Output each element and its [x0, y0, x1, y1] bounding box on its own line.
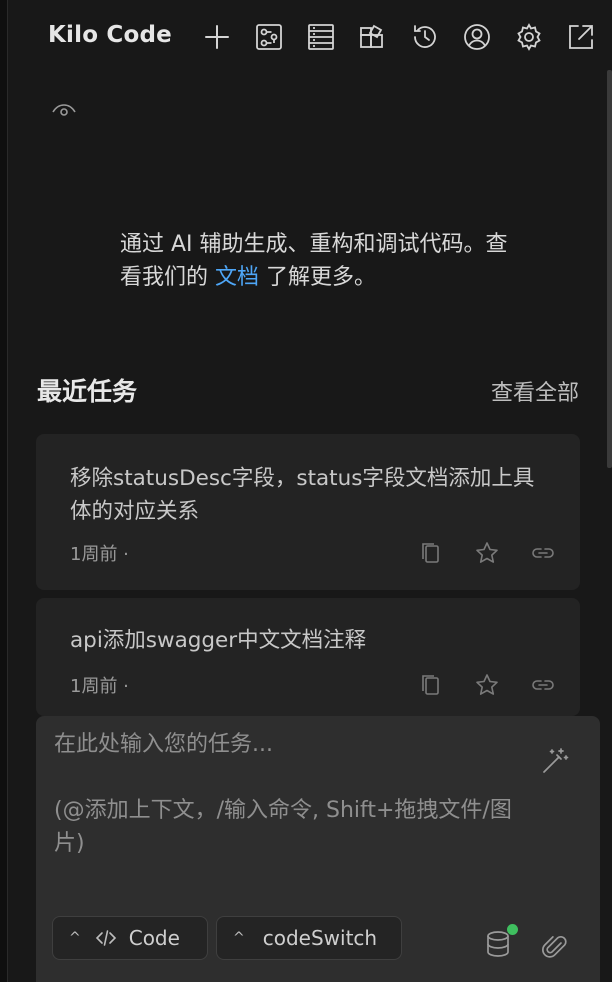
header: Kilo Code	[8, 0, 612, 76]
account-icon[interactable]	[460, 20, 494, 54]
chevron-up-icon: ^	[69, 930, 81, 946]
api-config-selector[interactable]: ^ codeSwitch	[216, 916, 402, 960]
magic-wand-icon[interactable]	[538, 744, 572, 778]
task-actions	[416, 538, 558, 568]
task-text: 移除statusDesc字段，status字段文档添加上具体的对应关系	[70, 466, 535, 524]
chevron-up-icon: ^	[233, 930, 245, 946]
popout-icon[interactable]	[564, 20, 598, 54]
eye-icon[interactable]	[50, 100, 78, 124]
copy-icon[interactable]	[416, 670, 446, 700]
task-text: api添加swagger中文文档注释	[70, 628, 367, 653]
copy-icon[interactable]	[416, 538, 446, 568]
prompts-icon[interactable]	[304, 20, 338, 54]
task-input[interactable]	[54, 728, 524, 888]
intro-text-after: 了解更多。	[259, 265, 377, 290]
code-icon	[95, 927, 117, 949]
mode-label: Code	[128, 926, 180, 950]
task-item[interactable]: api添加swagger中文文档注释 1周前 ·	[36, 598, 580, 716]
docs-link[interactable]: 文档	[215, 265, 259, 290]
task-time: 1周前 ·	[70, 676, 129, 697]
chat-composer: ^ Code ^ codeSwitch	[36, 716, 600, 982]
recent-tasks-title: 最近任务	[37, 377, 138, 406]
paperclip-icon[interactable]	[538, 930, 572, 964]
scrollbar-thumb[interactable]	[607, 70, 612, 468]
config-label: codeSwitch	[262, 926, 378, 950]
settings-icon[interactable]	[512, 20, 546, 54]
status-dot	[507, 924, 518, 935]
history-icon[interactable]	[408, 20, 442, 54]
view-all-link[interactable]: 查看全部	[491, 375, 579, 407]
plus-icon[interactable]	[200, 20, 234, 54]
task-time: 1周前 ·	[70, 544, 129, 565]
star-icon[interactable]	[472, 670, 502, 700]
mcp-servers-icon[interactable]	[252, 20, 286, 54]
star-icon[interactable]	[472, 538, 502, 568]
task-item[interactable]: 移除statusDesc字段，status字段文档添加上具体的对应关系 1周前 …	[36, 434, 580, 590]
database-icon[interactable]	[482, 924, 518, 962]
kilo-code-panel: Kilo Code 通过 AI 辅助生成、重构和调试代码。查看我们的 文档 了解…	[0, 0, 612, 982]
mode-selector[interactable]: ^ Code	[52, 916, 208, 960]
export-link-icon[interactable]	[528, 538, 558, 568]
export-link-icon[interactable]	[528, 670, 558, 700]
marketplace-icon[interactable]	[356, 20, 390, 54]
task-actions	[416, 670, 558, 700]
panel-edge	[0, 0, 8, 982]
app-title: Kilo Code	[48, 22, 172, 48]
intro-text: 通过 AI 辅助生成、重构和调试代码。查看我们的 文档 了解更多。	[120, 228, 510, 294]
